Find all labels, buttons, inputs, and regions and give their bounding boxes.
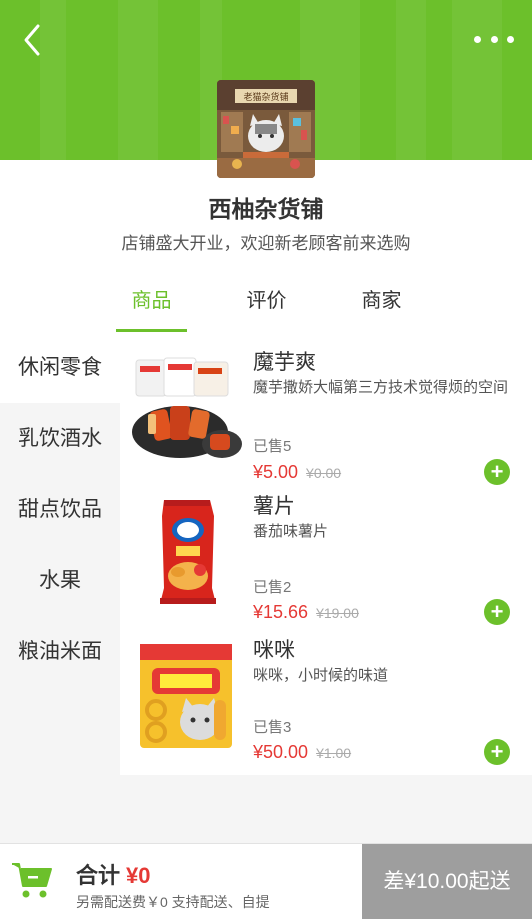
product-desc: 番茄味薯片: [253, 523, 329, 540]
plus-icon: +: [490, 739, 504, 764]
tab-products[interactable]: 商品: [94, 280, 209, 332]
delivery-fee-text: 另需配送费￥0 支持配送、自提: [76, 894, 270, 910]
cart-icon[interactable]: [10, 858, 54, 900]
chevron-left-icon: [24, 24, 40, 56]
product-name: 咪咪: [253, 639, 295, 662]
add-to-cart-button[interactable]: +: [484, 739, 510, 765]
shop-name: 西柚杂货铺: [208, 196, 324, 222]
product-list: 魔芋爽 魔芋撒娇大幅第三方技术觉得烦的空间 已售5 ¥5.00 ¥0.00 + 薯…: [120, 332, 532, 775]
product-old-price: ¥19.00: [316, 605, 359, 621]
tab-reviews[interactable]: 评价: [209, 280, 324, 332]
product-price-row: ¥50.00 ¥1.00: [253, 742, 351, 763]
product-item[interactable]: 魔芋爽 魔芋撒娇大幅第三方技术觉得烦的空间 已售5 ¥5.00 ¥0.00 +: [120, 332, 532, 485]
product-name: 薯片: [253, 495, 295, 518]
potato-chips-bag-image: [130, 496, 242, 608]
shop-description: 店铺盛大开业，欢迎新老顾客前来选购: [121, 234, 411, 253]
cart-total-label: 合计: [76, 863, 121, 888]
product-desc: 魔芋撒娇大幅第三方技术觉得烦的空间: [253, 379, 509, 396]
product-sold: 已售5: [253, 438, 292, 455]
category-item-grain-oil[interactable]: 粮油米面: [0, 616, 120, 687]
shop-logo: 老猫杂货铺: [217, 80, 315, 178]
category-item-drinks[interactable]: 乳饮酒水: [0, 403, 120, 474]
back-button[interactable]: [18, 22, 50, 58]
product-sold: 已售2: [253, 579, 292, 596]
cart-bar: 合计 ¥0 另需配送费￥0 支持配送、自提 差¥10.00起送: [0, 843, 532, 919]
logo-sign-text: 老猫杂货铺: [243, 91, 288, 103]
more-dots-icon: [474, 35, 481, 43]
minimum-order-button[interactable]: 差¥10.00起送: [362, 844, 532, 919]
category-item-fruit[interactable]: 水果: [0, 545, 120, 616]
category-item-snacks[interactable]: 休闲零食: [0, 332, 120, 403]
cart-total-amount: ¥0: [126, 863, 151, 888]
tab-bar: 商品 评价 商家: [94, 280, 439, 332]
cart-total: 合计 ¥0: [76, 858, 151, 890]
product-sold: 已售3: [253, 719, 292, 736]
product-price: ¥50.00: [253, 742, 309, 762]
product-desc: 咪咪，小时候的味道: [253, 667, 389, 684]
product-item[interactable]: 薯片 番茄味薯片 已售2 ¥15.66 ¥19.00 +: [120, 476, 532, 625]
tab-merchant[interactable]: 商家: [324, 280, 439, 332]
product-price: ¥15.66: [253, 602, 309, 622]
more-button[interactable]: [474, 28, 514, 50]
mimi-snack-bag-image: [130, 640, 242, 752]
product-old-price: ¥1.00: [316, 745, 352, 761]
product-name: 魔芋爽: [253, 351, 316, 374]
category-sidebar: 休闲零食 乳饮酒水 甜点饮品 水果 粮油米面: [0, 332, 120, 842]
product-item[interactable]: 咪咪 咪咪，小时候的味道 已售3 ¥50.00 ¥1.00 +: [120, 620, 532, 765]
category-item-desserts[interactable]: 甜点饮品: [0, 474, 120, 545]
konjac-snack-image: [130, 352, 242, 464]
